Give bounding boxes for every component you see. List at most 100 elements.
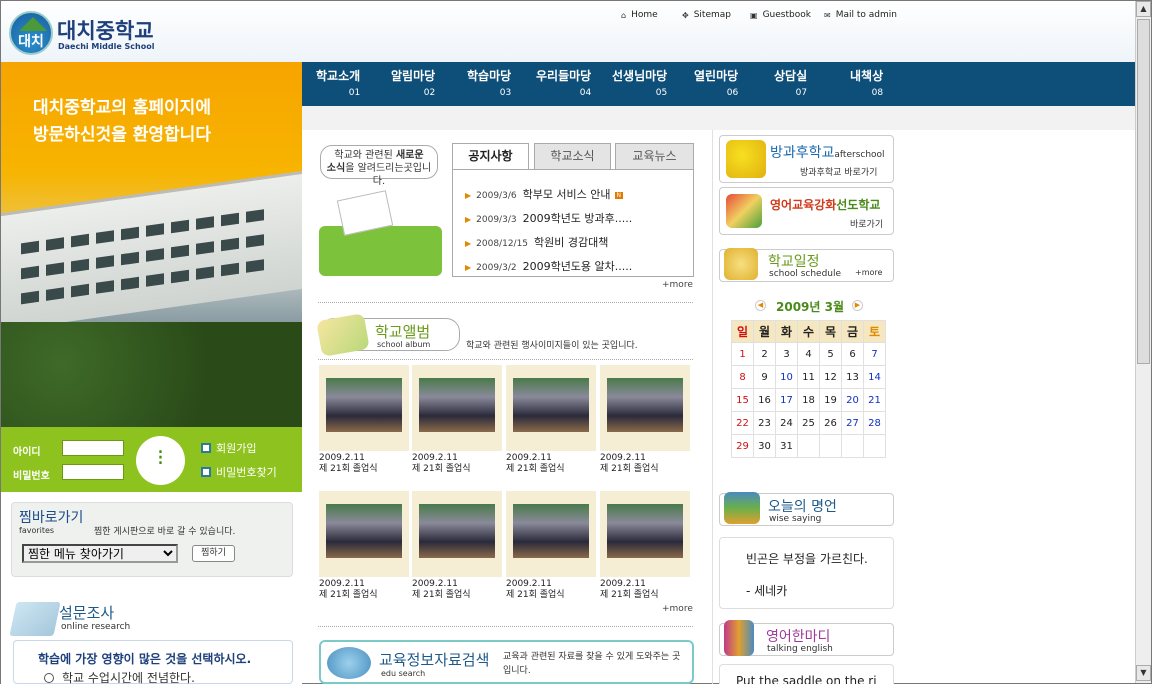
album-caption[interactable]: 2009.2.11 제 21회 졸업식 [319,579,378,601]
calendar-day[interactable]: 18 [797,388,820,412]
notice-item[interactable]: ▶ 2008/12/15 학원비 경감대책 [465,234,608,250]
afterschool-box[interactable]: 방과후학교afterschool 방과후학교 바로가기 [719,135,894,183]
album-caption-text: 제 21회 졸업식 [412,590,471,600]
scroll-down-icon[interactable]: ▼ [1136,665,1151,681]
calendar-day[interactable]: 31 [775,434,798,458]
english-school-box[interactable]: 영어교육강화선도학교 바로가기 [719,187,894,235]
calendar-day[interactable]: 14 [863,365,886,389]
vertical-scrollbar[interactable]: ▲ ▼ [1135,1,1151,683]
notice-item[interactable]: ▶ 2009/3/6 학부모 서비스 안내 N [465,186,624,202]
home-link[interactable]: ⌂ Home [621,10,658,20]
login-button[interactable]: ⁝ [136,436,185,485]
calendar-day[interactable]: 25 [797,411,820,435]
survey-option-1[interactable]: 학교 수업시간에 전념한다. [44,669,195,686]
notice-item[interactable]: ▶ 2009/3/3 2009학년도 방과후..... [465,210,632,226]
album-thumbnail[interactable] [506,491,596,577]
notice-more-link[interactable]: +more [662,280,693,290]
calendar-day[interactable]: 28 [863,411,886,435]
calendar-month-title: 2009년 3월 [776,300,845,314]
calendar-day[interactable]: 12 [819,365,842,389]
prev-month-icon[interactable]: ◀ [755,300,766,311]
album-thumbnail[interactable] [506,365,596,451]
calendar-day[interactable]: 11 [797,365,820,389]
album-caption[interactable]: 2009.2.11 제 21회 졸업식 [506,453,565,475]
calendar-day[interactable]: 2 [753,342,776,366]
nav-item-notice[interactable]: 알림마당 02 [391,67,435,98]
login-panel: 아이디 비밀번호 ⁝ 회원가입 비밀번호찾기 [1,427,302,492]
calendar-day[interactable]: 21 [863,388,886,412]
album-subtitle: school album [377,340,431,349]
notice-item[interactable]: ▶ 2009/3/2 2009학년도용 알차..... [465,258,632,274]
nav-item-teachers[interactable]: 선생님마당 05 [612,67,667,98]
calendar-day[interactable]: 29 [731,434,754,458]
album-thumbnail[interactable] [412,491,502,577]
nav-item-learning[interactable]: 학습마당 03 [467,67,511,98]
album-caption-text: 제 21회 졸업식 [319,590,378,600]
favorites-button[interactable]: 찜하기 [192,545,235,562]
album-thumbnail[interactable] [600,491,690,577]
calendar-day[interactable]: 26 [819,411,842,435]
album-thumbnail[interactable] [412,365,502,451]
calendar-day[interactable]: 6 [841,342,864,366]
tab-school-news[interactable]: 학교소식 [534,143,611,169]
calendar-day[interactable]: 17 [775,388,798,412]
survey-icon [9,602,61,636]
calendar-day[interactable]: 23 [753,411,776,435]
scroll-thumb[interactable] [1137,19,1150,364]
edu-search-title: 교육정보자료검색 [379,651,490,669]
nav-item-open[interactable]: 열린마당 06 [694,67,738,98]
calendar-day[interactable]: 16 [753,388,776,412]
find-password-link[interactable]: 비밀번호찾기 [201,464,277,480]
join-link[interactable]: 회원가입 [201,440,256,456]
nav-num: 07 [795,88,808,98]
password-input[interactable] [62,464,124,480]
scroll-up-icon[interactable]: ▲ [1136,1,1151,17]
calendar-day[interactable]: 22 [731,411,754,435]
calendar-day[interactable]: 15 [731,388,754,412]
next-month-icon[interactable]: ▶ [852,300,863,311]
nav-item-our-space[interactable]: 우리들마당 04 [536,67,591,98]
album-thumbnail[interactable] [319,365,409,451]
guestbook-icon: ▣ [750,10,758,20]
album-caption[interactable]: 2009.2.11 제 21회 졸업식 [600,579,659,601]
tab-notice[interactable]: 공지사항 [452,143,529,169]
mail-admin-link[interactable]: ✉ Mail to admin [824,10,897,20]
favorites-select[interactable]: 찜한 메뉴 찾아가기 [22,544,178,563]
nav-item-counseling[interactable]: 상담실 07 [774,67,807,98]
album-thumbnail[interactable] [319,491,409,577]
calendar-day[interactable]: 1 [731,342,754,366]
calendar-day[interactable]: 5 [819,342,842,366]
calendar-day[interactable]: 20 [841,388,864,412]
calendar-day[interactable]: 9 [753,365,776,389]
calendar-day[interactable]: 10 [775,365,798,389]
guestbook-link[interactable]: ▣ Guestbook [750,10,811,20]
album-caption[interactable]: 2009.2.11 제 21회 졸업식 [412,579,471,601]
nav-item-my-desk[interactable]: 내책상 08 [850,67,883,98]
album-caption[interactable]: 2009.2.11 제 21회 졸업식 [506,579,565,601]
tab-edu-news[interactable]: 교육뉴스 [615,143,694,169]
nav-item-about[interactable]: 학교소개 01 [316,67,360,98]
schedule-header[interactable]: 학교일정 school schedule +more [719,248,894,282]
calendar-day[interactable]: 13 [841,365,864,389]
album-more-link[interactable]: +more [662,604,693,614]
calendar-day[interactable]: 30 [753,434,776,458]
calendar-day[interactable]: 27 [841,411,864,435]
id-input[interactable] [62,440,124,456]
radio-icon[interactable] [44,673,54,683]
calendar-day[interactable]: 4 [797,342,820,366]
album-caption[interactable]: 2009.2.11 제 21회 졸업식 [319,453,378,475]
album-thumbnail[interactable] [600,365,690,451]
album-title-box[interactable]: 학교앨범 school album [316,313,460,357]
calendar-day[interactable]: 24 [775,411,798,435]
calendar-day[interactable]: 3 [775,342,798,366]
school-name[interactable]: 대치중학교 [57,15,154,45]
schedule-more-link[interactable]: +more [855,268,882,277]
album-caption[interactable]: 2009.2.11 제 21회 졸업식 [412,453,471,475]
sitemap-link[interactable]: ✥ Sitemap [682,10,731,20]
edu-search-box[interactable]: 교육정보자료검색 edu search 교육과 관련된 자료를 찾을 수 있게 … [319,640,694,684]
calendar-day[interactable]: 7 [863,342,886,366]
calendar-day[interactable]: 19 [819,388,842,412]
calendar-day[interactable]: 8 [731,365,754,389]
school-logo-emblem[interactable]: 대치 [9,11,53,55]
album-caption[interactable]: 2009.2.11 제 21회 졸업식 [600,453,659,475]
